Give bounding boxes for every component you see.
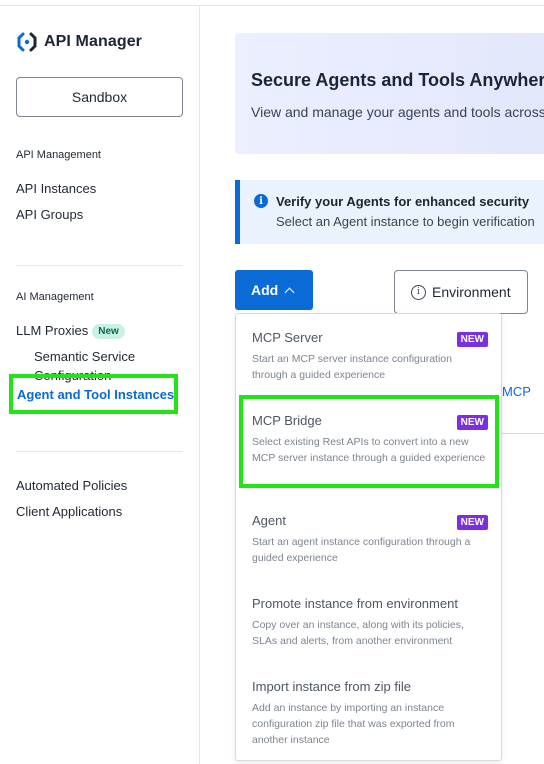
menu-item-title: Promote instance from environment (252, 596, 458, 611)
app-logo[interactable]: API Manager (16, 31, 142, 53)
api-manager-logo-icon (17, 32, 37, 52)
add-dropdown-menu: MCP Server NEW Start an MCP server insta… (235, 313, 502, 761)
environment-button[interactable]: i Environment (394, 270, 528, 314)
section-title-ai-management: AI Management (16, 291, 94, 303)
section-title-api-management: API Management (16, 149, 101, 161)
sidebar-item-agent-and-tool-instances[interactable]: Agent and Tool Instances (9, 374, 178, 414)
chevron-up-icon (284, 287, 295, 297)
new-badge: NEW (456, 332, 488, 347)
hero-subtitle: View and manage your agents and tools ac… (251, 104, 544, 120)
highlight-box (239, 395, 499, 488)
new-badge: New (92, 324, 125, 340)
hero-banner: Secure Agents and Tools Anywhere View an… (235, 33, 544, 154)
sidebar-divider (16, 265, 183, 266)
background-tab-label[interactable]: MCP (502, 384, 531, 399)
sidebar-item-label: LLM Proxies (16, 323, 89, 338)
table-divider (502, 433, 544, 434)
environment-button-label: Environment (432, 284, 511, 300)
sidebar-item-llm-proxies[interactable]: LLM Proxies New (16, 323, 125, 340)
add-button-label: Add (251, 282, 279, 298)
sidebar-item-automated-policies[interactable]: Automated Policies (16, 478, 127, 493)
menu-item-description: Copy over an instance, along with its po… (252, 619, 464, 647)
app-title: API Manager (44, 33, 143, 50)
notice-title: Verify your Agents for enhanced security (276, 194, 530, 209)
sidebar-item-api-groups[interactable]: API Groups (16, 207, 83, 222)
sidebar-item-client-applications[interactable]: Client Applications (16, 504, 122, 519)
menu-item-import-instance[interactable]: Import instance from zip file Add an ins… (252, 679, 488, 748)
menu-item-title: MCP Server (252, 330, 323, 345)
sandbox-button[interactable]: Sandbox (16, 77, 183, 117)
new-badge: NEW (456, 515, 488, 530)
sidebar-item-api-instances[interactable]: API Instances (16, 181, 96, 196)
menu-item-agent[interactable]: Agent NEW Start an agent instance config… (252, 513, 488, 566)
hero-title: Secure Agents and Tools Anywhere (251, 70, 544, 90)
menu-item-title: Agent (252, 513, 286, 528)
sidebar-item-label: Agent and Tool Instances (17, 386, 175, 402)
menu-item-description: Add an instance by importing an instance… (252, 702, 455, 746)
add-button[interactable]: Add (235, 270, 313, 310)
sidebar-divider (16, 451, 183, 452)
notice-text: Select an Agent instance to begin verifi… (276, 214, 535, 229)
info-icon: i (411, 284, 426, 300)
menu-item-description: Start an agent instance configuration th… (252, 536, 471, 564)
info-notice: i Verify your Agents for enhanced securi… (235, 180, 544, 244)
menu-item-title: Import instance from zip file (252, 679, 411, 694)
menu-item-mcp-server[interactable]: MCP Server NEW Start an MCP server insta… (252, 330, 488, 383)
info-icon: i (254, 194, 268, 208)
menu-item-promote-instance[interactable]: Promote instance from environment Copy o… (252, 596, 488, 649)
menu-item-description: Start an MCP server instance configurati… (252, 353, 452, 381)
